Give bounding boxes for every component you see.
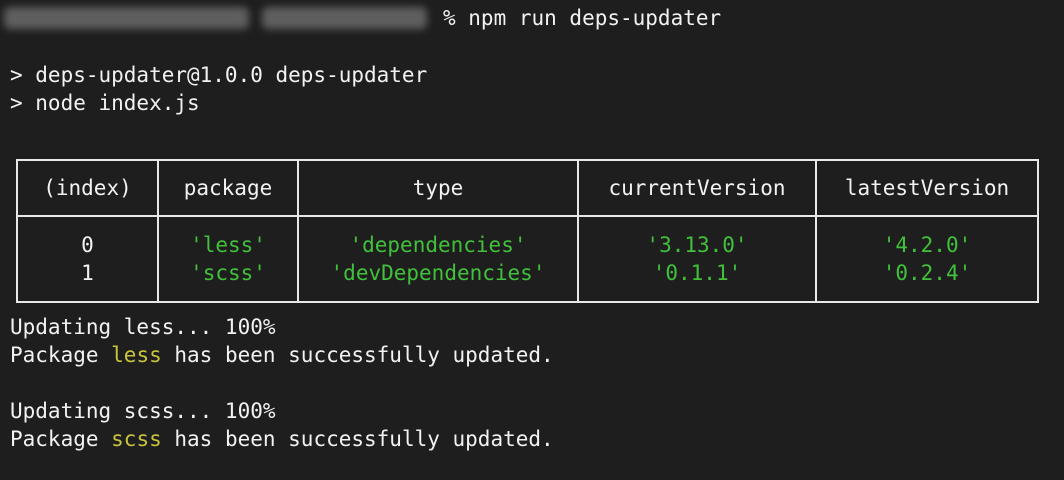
table-row: 0 'less' 'dependencies' '3.13.0' '4.2.0': [16, 216, 1039, 259]
cell-current-version: '0.1.1': [577, 259, 817, 302]
cell-package: 'less': [157, 216, 299, 259]
cell-package: 'scss': [157, 259, 299, 302]
update-result: Package scss has been successfully updat…: [10, 425, 554, 453]
cell-index: 0: [16, 216, 159, 259]
column-header: package: [157, 160, 299, 217]
package-name: scss: [111, 427, 162, 451]
cell-latest-version: '4.2.0': [815, 216, 1039, 259]
console-table: (index) package type currentVersion late…: [16, 159, 1039, 303]
column-header: latestVersion: [815, 160, 1039, 217]
cell-index: 1: [16, 259, 159, 302]
cell-type: 'devDependencies': [297, 259, 579, 302]
update-result: Package less has been successfully updat…: [10, 341, 554, 369]
result-prefix: Package: [10, 427, 112, 451]
column-header: (index): [16, 160, 159, 217]
result-suffix: has been successfully updated.: [161, 343, 554, 367]
column-header: type: [297, 160, 579, 217]
result-prefix: Package: [10, 343, 112, 367]
cell-current-version: '3.13.0': [577, 216, 817, 259]
table-row: 1 'scss' 'devDependencies' '0.1.1' '0.2.…: [16, 259, 1039, 302]
blurred-prompt-dir: [262, 7, 427, 29]
npm-script-header: > deps-updater@1.0.0 deps-updater: [10, 63, 428, 87]
command-line: % npm run deps-updater: [443, 6, 722, 30]
result-suffix: has been successfully updated.: [161, 427, 554, 451]
package-name: less: [111, 343, 162, 367]
update-progress: Updating less... 100%: [10, 315, 276, 339]
blurred-prompt-user: [4, 7, 249, 29]
column-header: currentVersion: [577, 160, 817, 217]
update-progress: Updating scss... 100%: [10, 399, 276, 423]
cell-type: 'dependencies': [297, 216, 579, 259]
cell-latest-version: '0.2.4': [815, 259, 1039, 302]
npm-script-command: > node index.js: [10, 91, 200, 115]
